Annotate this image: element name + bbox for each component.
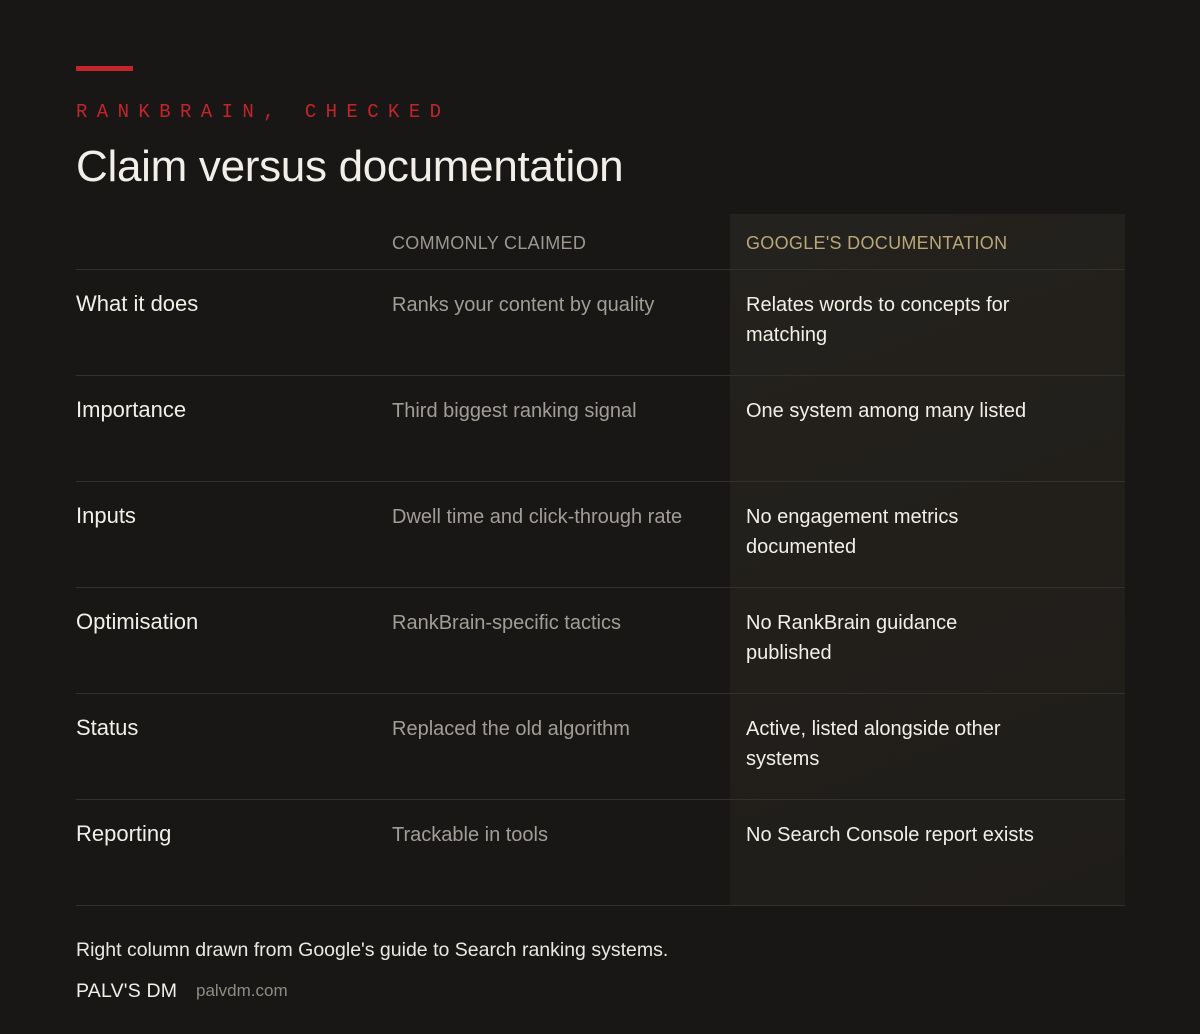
claimed-cell: Third biggest ranking signal (392, 400, 637, 422)
page-title: Claim versus documentation (76, 142, 624, 191)
row-label: Reporting (76, 821, 172, 846)
row-label: What it does (76, 291, 199, 316)
table-header: COMMONLY CLAIMED GOOGLE'S DOCUMENTATION (76, 214, 1125, 270)
eyebrow: RANKBRAIN, CHECKED (76, 101, 451, 123)
table-row: Optimisation RankBrain-specific tactics … (76, 588, 1125, 694)
claimed-cell: Trackable in tools (392, 824, 548, 846)
claimed-cell: Ranks your content by quality (392, 294, 655, 316)
source-footnote: Right column drawn from Google's guide t… (76, 939, 669, 961)
table-row: Inputs Dwell time and click-through rate… (76, 482, 1125, 588)
comparison-table: COMMONLY CLAIMED GOOGLE'S DOCUMENTATION … (76, 214, 1125, 906)
row-label: Inputs (76, 503, 136, 528)
row-label: Importance (76, 397, 187, 422)
claimed-cell: RankBrain-specific tactics (392, 612, 621, 634)
documentation-cell: Relates words to concepts for matching (746, 294, 1010, 346)
row-label: Optimisation (76, 609, 199, 634)
brand-name: PALV'S DM (76, 980, 178, 1002)
table-row: What it does Ranks your content by quali… (76, 270, 1125, 376)
table-row: Status Replaced the old algorithm Active… (76, 694, 1125, 800)
table-row: Reporting Trackable in tools No Search C… (76, 800, 1125, 906)
column-header-documentation: GOOGLE'S DOCUMENTATION (746, 233, 1008, 253)
claimed-cell: Replaced the old algorithm (392, 718, 630, 740)
row-label: Status (76, 715, 139, 740)
documentation-cell: Active, listed alongside other systems (746, 718, 1001, 770)
brand-domain: palvdm.com (196, 981, 288, 1000)
documentation-cell: One system among many listed (746, 400, 1027, 422)
documentation-cell: No RankBrain guidance published (746, 612, 958, 664)
accent-bar (76, 66, 133, 71)
column-header-claimed: COMMONLY CLAIMED (392, 233, 587, 253)
claimed-cell: Dwell time and click-through rate (392, 506, 683, 528)
table-row: Importance Third biggest ranking signal … (76, 376, 1125, 482)
documentation-cell: No Search Console report exists (746, 824, 1034, 846)
documentation-cell: No engagement metrics documented (746, 506, 959, 558)
